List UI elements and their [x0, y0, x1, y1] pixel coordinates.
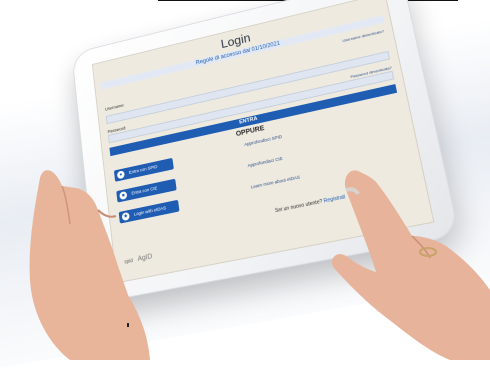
- eidas-info-link[interactable]: Learn more about eIDAS: [251, 174, 301, 189]
- cie-info-link[interactable]: Approfondisci CIE: [247, 156, 283, 168]
- left-sleeve-detail: [127, 323, 129, 327]
- spid-info-link[interactable]: Approfondisci SPID: [244, 134, 282, 147]
- right-hand: [331, 170, 490, 360]
- left-hand: [29, 170, 150, 360]
- username-label: Username:: [104, 102, 125, 112]
